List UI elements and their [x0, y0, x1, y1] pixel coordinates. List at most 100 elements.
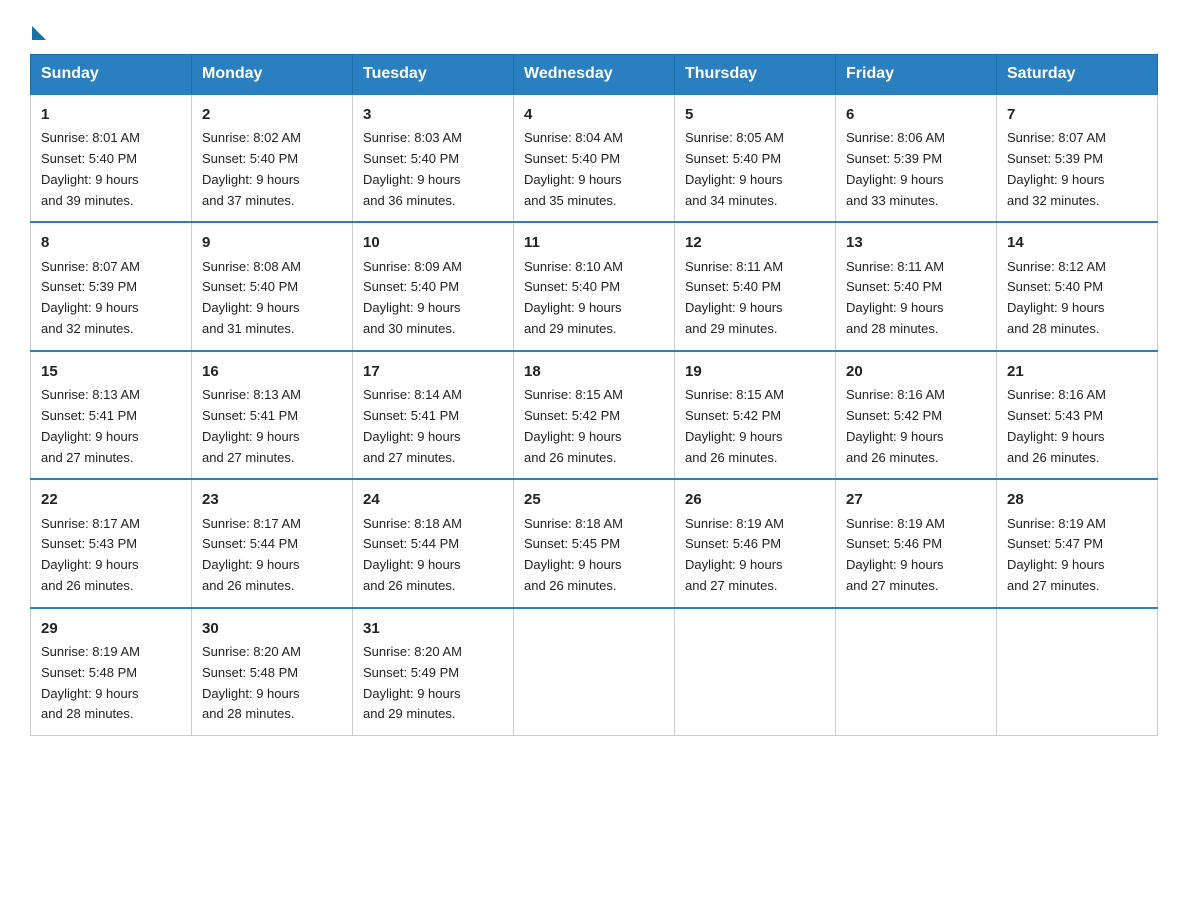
calendar-cell: 23 Sunrise: 8:17 AMSunset: 5:44 PMDaylig…	[192, 479, 353, 607]
calendar-cell: 19 Sunrise: 8:15 AMSunset: 5:42 PMDaylig…	[675, 351, 836, 479]
day-info: Sunrise: 8:11 AMSunset: 5:40 PMDaylight:…	[685, 257, 825, 340]
calendar-cell: 29 Sunrise: 8:19 AMSunset: 5:48 PMDaylig…	[31, 608, 192, 736]
calendar-cell: 5 Sunrise: 8:05 AMSunset: 5:40 PMDayligh…	[675, 94, 836, 222]
day-number: 17	[363, 360, 503, 383]
calendar-cell: 26 Sunrise: 8:19 AMSunset: 5:46 PMDaylig…	[675, 479, 836, 607]
day-info: Sunrise: 8:20 AMSunset: 5:49 PMDaylight:…	[363, 642, 503, 725]
day-info: Sunrise: 8:15 AMSunset: 5:42 PMDaylight:…	[685, 385, 825, 468]
day-number: 8	[41, 231, 181, 254]
calendar-cell: 11 Sunrise: 8:10 AMSunset: 5:40 PMDaylig…	[514, 222, 675, 350]
day-info: Sunrise: 8:16 AMSunset: 5:42 PMDaylight:…	[846, 385, 986, 468]
day-number: 28	[1007, 488, 1147, 511]
day-number: 15	[41, 360, 181, 383]
day-number: 30	[202, 617, 342, 640]
calendar-cell: 7 Sunrise: 8:07 AMSunset: 5:39 PMDayligh…	[997, 94, 1158, 222]
header-monday: Monday	[192, 55, 353, 95]
day-number: 16	[202, 360, 342, 383]
day-number: 23	[202, 488, 342, 511]
day-number: 9	[202, 231, 342, 254]
day-number: 22	[41, 488, 181, 511]
calendar-cell: 13 Sunrise: 8:11 AMSunset: 5:40 PMDaylig…	[836, 222, 997, 350]
calendar-cell: 30 Sunrise: 8:20 AMSunset: 5:48 PMDaylig…	[192, 608, 353, 736]
calendar-week-2: 8 Sunrise: 8:07 AMSunset: 5:39 PMDayligh…	[31, 222, 1158, 350]
day-info: Sunrise: 8:08 AMSunset: 5:40 PMDaylight:…	[202, 257, 342, 340]
day-info: Sunrise: 8:07 AMSunset: 5:39 PMDaylight:…	[1007, 128, 1147, 211]
day-info: Sunrise: 8:13 AMSunset: 5:41 PMDaylight:…	[41, 385, 181, 468]
day-info: Sunrise: 8:05 AMSunset: 5:40 PMDaylight:…	[685, 128, 825, 211]
header-thursday: Thursday	[675, 55, 836, 95]
day-number: 21	[1007, 360, 1147, 383]
day-info: Sunrise: 8:19 AMSunset: 5:47 PMDaylight:…	[1007, 514, 1147, 597]
calendar-cell: 16 Sunrise: 8:13 AMSunset: 5:41 PMDaylig…	[192, 351, 353, 479]
day-info: Sunrise: 8:12 AMSunset: 5:40 PMDaylight:…	[1007, 257, 1147, 340]
day-number: 19	[685, 360, 825, 383]
day-info: Sunrise: 8:02 AMSunset: 5:40 PMDaylight:…	[202, 128, 342, 211]
calendar-cell: 31 Sunrise: 8:20 AMSunset: 5:49 PMDaylig…	[353, 608, 514, 736]
header-wednesday: Wednesday	[514, 55, 675, 95]
day-number: 4	[524, 103, 664, 126]
calendar-cell: 6 Sunrise: 8:06 AMSunset: 5:39 PMDayligh…	[836, 94, 997, 222]
calendar-cell	[514, 608, 675, 736]
calendar-cell: 28 Sunrise: 8:19 AMSunset: 5:47 PMDaylig…	[997, 479, 1158, 607]
day-info: Sunrise: 8:09 AMSunset: 5:40 PMDaylight:…	[363, 257, 503, 340]
day-number: 11	[524, 231, 664, 254]
calendar-cell: 2 Sunrise: 8:02 AMSunset: 5:40 PMDayligh…	[192, 94, 353, 222]
calendar-cell: 4 Sunrise: 8:04 AMSunset: 5:40 PMDayligh…	[514, 94, 675, 222]
calendar-cell: 8 Sunrise: 8:07 AMSunset: 5:39 PMDayligh…	[31, 222, 192, 350]
day-number: 13	[846, 231, 986, 254]
header-saturday: Saturday	[997, 55, 1158, 95]
day-info: Sunrise: 8:17 AMSunset: 5:43 PMDaylight:…	[41, 514, 181, 597]
calendar-cell: 22 Sunrise: 8:17 AMSunset: 5:43 PMDaylig…	[31, 479, 192, 607]
day-number: 18	[524, 360, 664, 383]
day-info: Sunrise: 8:19 AMSunset: 5:46 PMDaylight:…	[685, 514, 825, 597]
day-info: Sunrise: 8:13 AMSunset: 5:41 PMDaylight:…	[202, 385, 342, 468]
day-info: Sunrise: 8:16 AMSunset: 5:43 PMDaylight:…	[1007, 385, 1147, 468]
calendar-cell	[675, 608, 836, 736]
day-info: Sunrise: 8:10 AMSunset: 5:40 PMDaylight:…	[524, 257, 664, 340]
day-info: Sunrise: 8:04 AMSunset: 5:40 PMDaylight:…	[524, 128, 664, 211]
day-info: Sunrise: 8:07 AMSunset: 5:39 PMDaylight:…	[41, 257, 181, 340]
page-header	[30, 20, 1158, 36]
day-number: 26	[685, 488, 825, 511]
calendar-cell: 27 Sunrise: 8:19 AMSunset: 5:46 PMDaylig…	[836, 479, 997, 607]
day-info: Sunrise: 8:06 AMSunset: 5:39 PMDaylight:…	[846, 128, 986, 211]
day-number: 31	[363, 617, 503, 640]
header-tuesday: Tuesday	[353, 55, 514, 95]
day-number: 20	[846, 360, 986, 383]
day-number: 3	[363, 103, 503, 126]
calendar-cell: 10 Sunrise: 8:09 AMSunset: 5:40 PMDaylig…	[353, 222, 514, 350]
day-number: 25	[524, 488, 664, 511]
day-info: Sunrise: 8:20 AMSunset: 5:48 PMDaylight:…	[202, 642, 342, 725]
header-friday: Friday	[836, 55, 997, 95]
calendar-week-4: 22 Sunrise: 8:17 AMSunset: 5:43 PMDaylig…	[31, 479, 1158, 607]
calendar-cell: 25 Sunrise: 8:18 AMSunset: 5:45 PMDaylig…	[514, 479, 675, 607]
day-info: Sunrise: 8:15 AMSunset: 5:42 PMDaylight:…	[524, 385, 664, 468]
calendar-week-3: 15 Sunrise: 8:13 AMSunset: 5:41 PMDaylig…	[31, 351, 1158, 479]
calendar-cell: 24 Sunrise: 8:18 AMSunset: 5:44 PMDaylig…	[353, 479, 514, 607]
day-number: 5	[685, 103, 825, 126]
day-number: 2	[202, 103, 342, 126]
day-number: 7	[1007, 103, 1147, 126]
calendar-cell: 9 Sunrise: 8:08 AMSunset: 5:40 PMDayligh…	[192, 222, 353, 350]
day-number: 14	[1007, 231, 1147, 254]
calendar-cell	[836, 608, 997, 736]
day-number: 1	[41, 103, 181, 126]
calendar-cell: 1 Sunrise: 8:01 AMSunset: 5:40 PMDayligh…	[31, 94, 192, 222]
calendar-cell: 20 Sunrise: 8:16 AMSunset: 5:42 PMDaylig…	[836, 351, 997, 479]
day-number: 6	[846, 103, 986, 126]
day-info: Sunrise: 8:11 AMSunset: 5:40 PMDaylight:…	[846, 257, 986, 340]
day-info: Sunrise: 8:03 AMSunset: 5:40 PMDaylight:…	[363, 128, 503, 211]
calendar-cell: 14 Sunrise: 8:12 AMSunset: 5:40 PMDaylig…	[997, 222, 1158, 350]
calendar-cell: 12 Sunrise: 8:11 AMSunset: 5:40 PMDaylig…	[675, 222, 836, 350]
calendar-table: SundayMondayTuesdayWednesdayThursdayFrid…	[30, 54, 1158, 736]
logo	[30, 20, 46, 36]
day-number: 12	[685, 231, 825, 254]
calendar-cell: 21 Sunrise: 8:16 AMSunset: 5:43 PMDaylig…	[997, 351, 1158, 479]
day-info: Sunrise: 8:17 AMSunset: 5:44 PMDaylight:…	[202, 514, 342, 597]
day-number: 10	[363, 231, 503, 254]
day-info: Sunrise: 8:14 AMSunset: 5:41 PMDaylight:…	[363, 385, 503, 468]
calendar-cell: 17 Sunrise: 8:14 AMSunset: 5:41 PMDaylig…	[353, 351, 514, 479]
day-info: Sunrise: 8:18 AMSunset: 5:45 PMDaylight:…	[524, 514, 664, 597]
calendar-week-1: 1 Sunrise: 8:01 AMSunset: 5:40 PMDayligh…	[31, 94, 1158, 222]
day-info: Sunrise: 8:19 AMSunset: 5:46 PMDaylight:…	[846, 514, 986, 597]
